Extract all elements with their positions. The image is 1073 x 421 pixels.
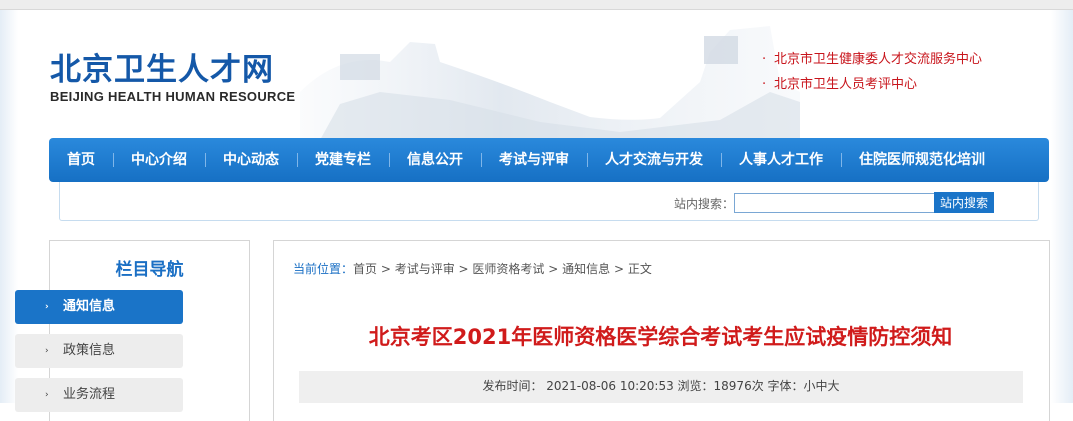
search-input[interactable] <box>734 193 940 213</box>
nav-item-home[interactable]: 首页 <box>49 138 113 182</box>
bullet-icon: · <box>762 77 767 92</box>
arrow-right-icon: › <box>45 302 49 312</box>
right-edge-shade <box>1051 10 1073 403</box>
sidebar-item-label: 业务流程 <box>63 387 116 402</box>
sidebar-item-label: 政策信息 <box>63 343 116 358</box>
header-link[interactable]: · 北京市卫生人员考评中心 <box>762 77 982 102</box>
nav-item-about[interactable]: 中心介绍 <box>113 138 205 182</box>
nav-item-exams[interactable]: 考试与评审 <box>481 138 587 182</box>
sidebar-item-process[interactable]: › 业务流程 <box>15 378 183 412</box>
search-label: 站内搜索： <box>674 197 735 211</box>
arrow-right-icon: › <box>45 346 49 356</box>
breadcrumb-item[interactable]: 通知信息 <box>562 262 610 276</box>
breadcrumb-separator: > <box>377 262 395 276</box>
nav-item-party[interactable]: 党建专栏 <box>297 138 389 182</box>
breadcrumb-separator: > <box>454 262 473 276</box>
nav-item-disclosure[interactable]: 信息公开 <box>389 138 481 182</box>
breadcrumb-item[interactable]: 医师资格考试 <box>472 262 544 276</box>
bullet-icon: · <box>762 52 767 67</box>
breadcrumb-lead: 当前位置： <box>293 262 354 276</box>
article-title: 北京考区2021年医师资格医学综合考试考生应试疫情防控须知 <box>368 325 953 349</box>
nav-item-talent-exchange[interactable]: 人才交流与开发 <box>587 138 721 182</box>
breadcrumb-separator: > <box>610 262 628 276</box>
breadcrumb-item[interactable]: 首页 <box>353 262 377 276</box>
great-wall-banner-image <box>300 26 800 140</box>
sidebar-item-policy[interactable]: › 政策信息 <box>15 334 183 368</box>
breadcrumb-item[interactable]: 考试与评审 <box>395 262 455 276</box>
header-link-label: 北京市卫生健康委人才交流服务中心 <box>774 52 983 67</box>
article-meta: 发布时间： 2021-08-06 10:20:53 浏览：18976次 字体：小… <box>299 371 1023 403</box>
breadcrumb-item-current: 正文 <box>627 262 652 276</box>
sidebar-title: 栏目导航 <box>115 260 184 280</box>
site-subtitle: BEIJING HEALTH HUMAN RESOURCE <box>50 89 296 104</box>
nav-item-hr-work[interactable]: 人事人才工作 <box>721 138 841 182</box>
main-nav: 首页 中心介绍 中心动态 党建专栏 信息公开 考试与评审 人才交流与开发 人事人… <box>49 138 1049 182</box>
site-title: 北京卫生人才网 <box>50 52 274 88</box>
browser-top-strip <box>0 0 1073 10</box>
search-button[interactable]: 站内搜索 <box>934 192 994 213</box>
breadcrumb: 当前位置：首页 > 考试与评审 > 医师资格考试 > 通知信息 > 正文 <box>293 260 652 277</box>
nav-item-news[interactable]: 中心动态 <box>205 138 297 182</box>
arrow-right-icon: › <box>45 390 49 400</box>
header-link[interactable]: · 北京市卫生健康委人才交流服务中心 <box>762 52 982 77</box>
nav-item-residency[interactable]: 住院医师规范化培训 <box>841 138 1003 182</box>
sidebar-item-label: 通知信息 <box>63 299 116 314</box>
sidebar-item-notices[interactable]: › 通知信息 <box>15 290 183 324</box>
breadcrumb-separator: > <box>544 262 563 276</box>
header-links: · 北京市卫生健康委人才交流服务中心 · 北京市卫生人员考评中心 <box>762 52 982 102</box>
header-link-label: 北京市卫生人员考评中心 <box>774 77 918 92</box>
